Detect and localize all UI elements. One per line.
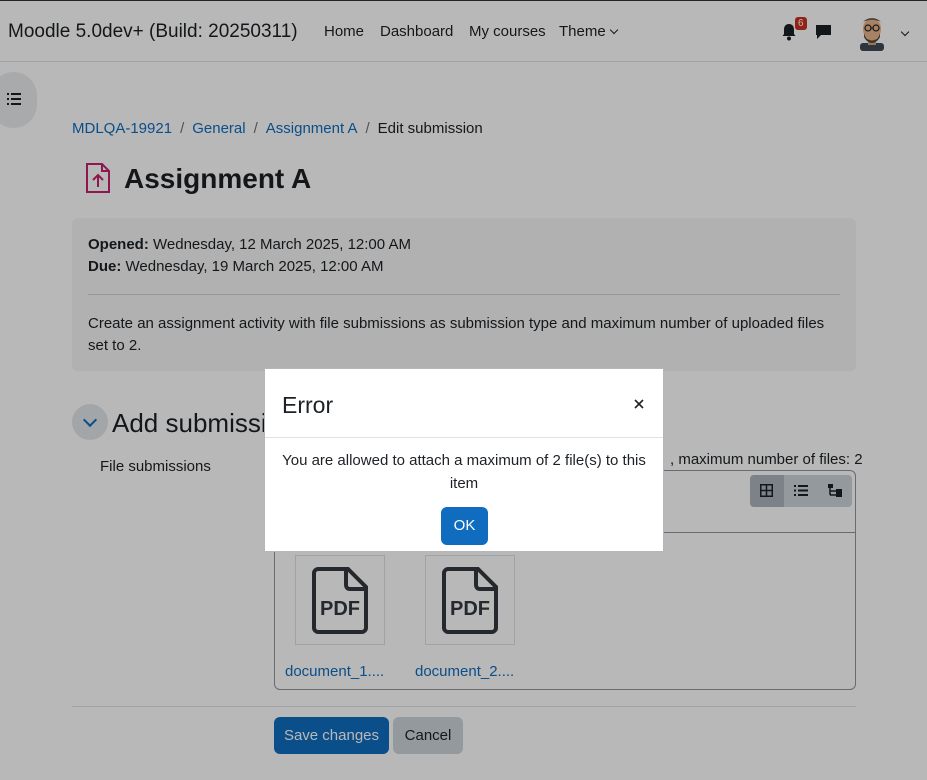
ok-button[interactable]: OK (441, 507, 488, 545)
dialog-message: You are allowed to attach a maximum of 2… (282, 452, 646, 492)
dialog-header: Error (265, 369, 663, 438)
dialog-title: Error (282, 392, 334, 418)
close-icon[interactable] (629, 394, 649, 414)
error-dialog: Error You are allowed to attach a maximu… (264, 368, 664, 552)
